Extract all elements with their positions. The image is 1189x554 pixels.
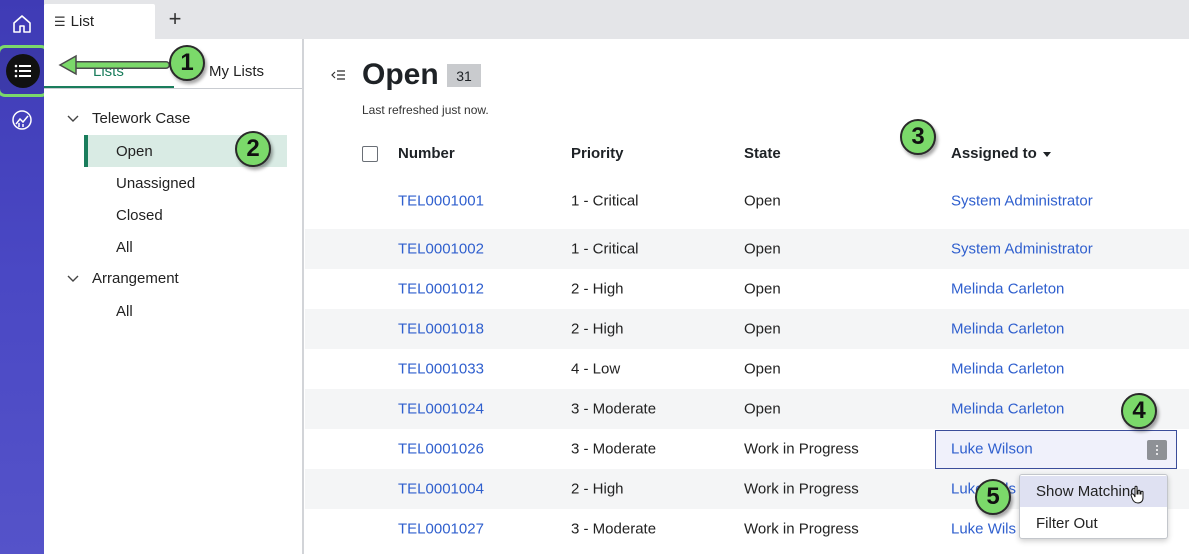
priority-cell: 1 - Critical xyxy=(571,192,639,210)
state-cell: Open xyxy=(744,320,781,338)
record-number-link[interactable]: TEL0001012 xyxy=(398,281,484,298)
cell-actions-button[interactable] xyxy=(1147,440,1167,460)
assigned-to-link[interactable]: Luke Wils xyxy=(951,521,1016,538)
record-number-link[interactable]: TEL0001018 xyxy=(398,321,484,338)
column-header-priority[interactable]: Priority xyxy=(571,145,624,162)
priority-cell: 3 - Moderate xyxy=(571,440,657,458)
assigned-to-link[interactable]: Melinda Carleton xyxy=(951,281,1064,298)
cell-context-menu: Show Matching Filter Out xyxy=(1019,474,1168,539)
table-row: TEL0001012 2 - High Open Melinda Carleto… xyxy=(305,269,1189,309)
table-row: TEL0001002 1 - Critical Open System Admi… xyxy=(305,229,1189,269)
list-nav-button[interactable] xyxy=(0,44,50,98)
hand-cursor-icon xyxy=(1130,485,1144,504)
column-header-label: Assigned to xyxy=(951,145,1037,162)
callout-badge: 2 xyxy=(235,131,271,167)
refresh-status: Last refreshed just now. xyxy=(362,103,489,117)
assigned-to-link[interactable]: System Administrator xyxy=(951,193,1093,210)
priority-cell: 2 - High xyxy=(571,320,624,338)
chevron-down-icon xyxy=(67,275,79,282)
tree-group-telework-case[interactable]: Telework Case xyxy=(66,110,190,127)
active-tab-indicator xyxy=(44,86,174,88)
priority-cell: 3 - Moderate xyxy=(571,520,657,538)
column-header-state[interactable]: State xyxy=(744,145,781,162)
select-all-checkbox[interactable] xyxy=(362,146,378,162)
tab-label: List xyxy=(70,13,94,30)
tree-item-unassigned[interactable]: Unassigned xyxy=(84,167,287,199)
home-icon[interactable] xyxy=(0,2,44,46)
page-title: Open xyxy=(362,58,439,91)
tree-item-label: Open xyxy=(116,142,153,160)
tree-group-label: Telework Case xyxy=(92,110,191,127)
assigned-to-link[interactable]: Luke Wilson xyxy=(951,441,1033,458)
record-count-badge: 31 xyxy=(447,64,481,87)
priority-cell: 2 - High xyxy=(571,280,624,298)
table-row: TEL0001026 3 - Moderate Work in Progress… xyxy=(305,429,1189,469)
tab-my-lists[interactable]: My Lists xyxy=(209,63,264,80)
callout-badge: 1 xyxy=(169,45,205,81)
table-row: TEL0001018 2 - High Open Melinda Carleto… xyxy=(305,309,1189,349)
callout-badge: 5 xyxy=(975,479,1011,515)
state-cell: Open xyxy=(744,360,781,378)
record-number-link[interactable]: TEL0001004 xyxy=(398,481,484,498)
state-cell: Work in Progress xyxy=(744,520,859,538)
tree-item-all[interactable]: All xyxy=(84,231,287,263)
app-rail xyxy=(0,0,49,554)
assigned-to-link[interactable]: System Administrator xyxy=(951,241,1093,258)
add-tab-button[interactable]: + xyxy=(164,8,186,32)
collapse-panel-icon[interactable] xyxy=(330,68,346,82)
callout-badge: 3 xyxy=(900,119,936,155)
table-row: TEL0001024 3 - Moderate Open Melinda Car… xyxy=(305,389,1189,429)
sort-descending-icon xyxy=(1042,151,1051,157)
table-row: TEL0001033 4 - Low Open Melinda Carleton xyxy=(305,349,1189,389)
column-header-number[interactable]: Number xyxy=(398,145,455,162)
priority-cell: 2 - High xyxy=(571,480,624,498)
lists-panel: Lists My Lists Telework Case Open Unassi… xyxy=(44,39,304,554)
tree-group-arrangement[interactable]: Arrangement xyxy=(66,270,179,287)
annotation-arrow-icon xyxy=(58,54,170,76)
tab-list[interactable]: ☰ List xyxy=(44,4,155,39)
tree-item-closed[interactable]: Closed xyxy=(84,199,287,231)
menu-item-filter-out[interactable]: Filter Out xyxy=(1020,508,1167,539)
assigned-to-link[interactable]: Melinda Carleton xyxy=(951,361,1064,378)
tree-item-arrangement-all[interactable]: All xyxy=(84,295,287,327)
list-tab-icon: ☰ xyxy=(54,13,66,29)
record-number-link[interactable]: TEL0001024 xyxy=(398,401,484,418)
state-cell: Open xyxy=(744,280,781,298)
state-cell: Work in Progress xyxy=(744,480,859,498)
tree-item-label: Closed xyxy=(116,206,163,224)
assigned-to-link[interactable]: Melinda Carleton xyxy=(951,401,1064,418)
state-cell: Open xyxy=(744,400,781,418)
table-row: TEL0001001 1 - Critical Open System Admi… xyxy=(305,181,1189,221)
chevron-down-icon xyxy=(67,115,79,122)
callout-badge: 4 xyxy=(1121,393,1157,429)
record-number-link[interactable]: TEL0001027 xyxy=(398,521,484,538)
state-cell: Open xyxy=(744,192,781,210)
tree-item-label: All xyxy=(116,238,133,256)
assigned-to-link[interactable]: Melinda Carleton xyxy=(951,321,1064,338)
priority-cell: 1 - Critical xyxy=(571,240,639,258)
priority-cell: 3 - Moderate xyxy=(571,400,657,418)
record-number-link[interactable]: TEL0001002 xyxy=(398,241,484,258)
priority-cell: 4 - Low xyxy=(571,360,621,378)
state-cell: Open xyxy=(744,240,781,258)
tree-group-label: Arrangement xyxy=(92,270,179,287)
tree-item-label: All xyxy=(116,302,133,320)
tree-item-label: Unassigned xyxy=(116,174,196,192)
list-icon xyxy=(6,54,40,88)
tab-bar xyxy=(44,0,1189,39)
record-number-link[interactable]: TEL0001001 xyxy=(398,193,484,210)
record-number-link[interactable]: TEL0001026 xyxy=(398,441,484,458)
record-number-link[interactable]: TEL0001033 xyxy=(398,361,484,378)
state-cell: Work in Progress xyxy=(744,440,859,458)
analytics-icon[interactable] xyxy=(0,98,44,142)
column-header-assigned-to[interactable]: Assigned to xyxy=(951,145,1051,162)
